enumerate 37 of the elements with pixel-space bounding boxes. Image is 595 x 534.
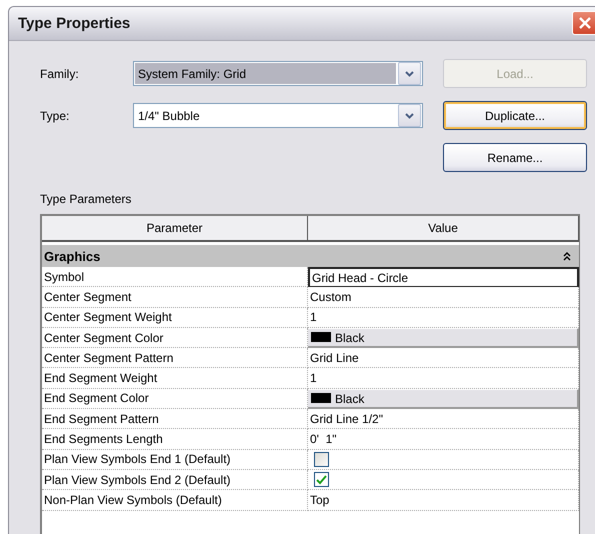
color-name: Black <box>335 392 364 406</box>
close-icon <box>578 16 592 30</box>
parameter-cell: End Segments Length <box>42 429 308 450</box>
value-cell: Top <box>308 490 579 511</box>
parameter-cell: End Segment Pattern <box>42 409 308 430</box>
value-cell: Custom <box>308 287 579 308</box>
value-cell: 0' 1" <box>308 429 579 450</box>
parameter-cell: Plan View Symbols End 2 (Default) <box>42 470 308 490</box>
value-input-field[interactable]: Grid Head - Circle <box>308 267 579 288</box>
value-cell: Grid Line <box>308 348 579 368</box>
parameter-cell: Plan View Symbols End 1 (Default) <box>42 450 308 470</box>
parameter-cell: Non-Plan View Symbols (Default) <box>42 490 308 511</box>
parameter-cell: Center Segment Weight <box>42 308 308 328</box>
field-label: Family: <box>40 66 80 80</box>
window-title: Type Properties <box>18 15 130 32</box>
column-header[interactable]: Parameter <box>42 216 308 242</box>
field-label: Type: <box>40 108 70 122</box>
color-name: Black <box>335 331 364 346</box>
close-button[interactable] <box>572 10 595 34</box>
group-header[interactable]: Graphics <box>42 245 579 267</box>
parameter-cell: End Segment Weight <box>42 368 308 389</box>
color-button[interactable]: Black <box>308 328 579 348</box>
parameter-cell: Center Segment <box>42 287 308 308</box>
checkbox[interactable] <box>314 472 329 488</box>
checkbox[interactable] <box>314 452 329 467</box>
parameter-cell: Symbol <box>42 267 308 288</box>
dropdown[interactable]: System Family: Grid <box>133 61 423 86</box>
column-header[interactable]: Value <box>308 216 579 242</box>
dialog-button[interactable]: Duplicate... <box>443 101 587 130</box>
color-button[interactable]: Black <box>308 388 579 410</box>
collapse-chevrons-icon[interactable] <box>563 252 571 260</box>
group-name: Graphics <box>44 248 100 264</box>
dropdown[interactable]: 1/4" Bubble <box>133 103 423 128</box>
value-cell: Grid Line 1/2" <box>308 409 579 430</box>
parameter-cell: Center Segment Pattern <box>42 348 308 368</box>
section-label: Type Parameters <box>40 192 132 206</box>
dialog-button[interactable]: Rename... <box>443 143 587 172</box>
